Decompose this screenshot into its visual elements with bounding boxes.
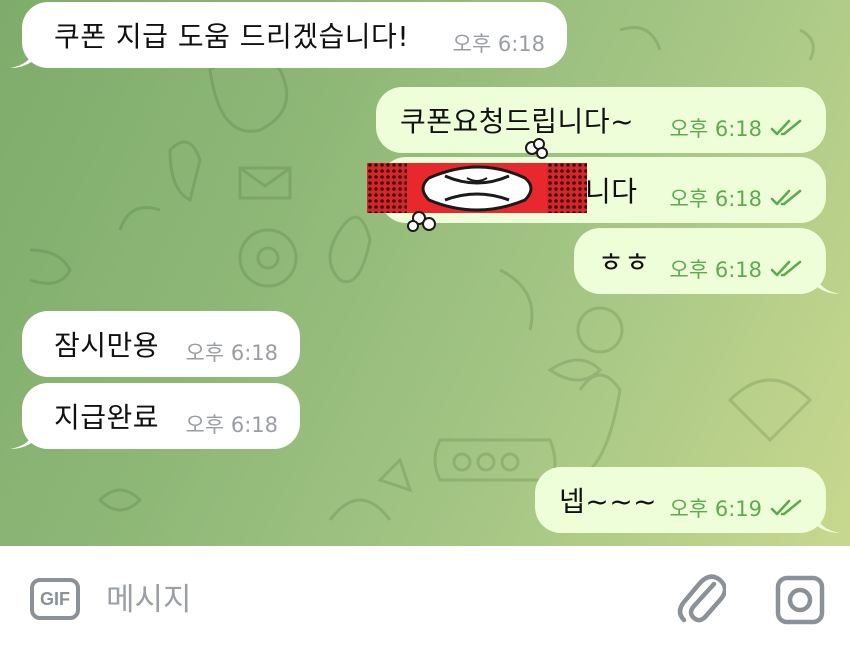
bubble-tail [816, 513, 840, 533]
bubble-tail [10, 429, 34, 449]
message-time: 오후 6:18 [185, 341, 278, 365]
message-input[interactable] [106, 576, 626, 624]
message-bubble-incoming[interactable]: 지급완료 오후 6:18 [22, 383, 300, 449]
message-text: 쿠폰 지급 도움 드리겠습니다! [54, 20, 410, 53]
double-check-icon [770, 119, 802, 136]
message-time: 오후 6:19 [670, 493, 804, 523]
message-bubble-outgoing[interactable]: ㅎㅎ 오후 6:18 [574, 228, 826, 294]
message-text: 넵~~~ [559, 485, 658, 518]
message-time: 오후 6:18 [670, 254, 804, 284]
message-text: ㅎㅎ [598, 246, 651, 279]
bubble-tail [10, 48, 34, 68]
double-check-icon [770, 260, 802, 277]
message-text: 지급완료 [54, 401, 160, 434]
message-bubble-incoming[interactable]: 잠시만용 오후 6:18 [22, 311, 300, 377]
message-time: 오후 6:18 [452, 32, 545, 56]
gif-icon: GIF [40, 588, 70, 609]
camera-icon[interactable] [775, 575, 825, 625]
message-text: 잠시만용 [54, 329, 160, 362]
bubble-tail [816, 274, 840, 294]
message-time: 오후 6:18 [185, 413, 278, 437]
message-time: 오후 6:18 [670, 113, 804, 143]
message-bubble-outgoing[interactable]: 넵~~~ 오후 6:19 [535, 467, 826, 533]
gif-button[interactable]: GIF [30, 578, 80, 620]
double-check-icon [770, 499, 802, 516]
angry-face-sticker [367, 138, 587, 232]
message-time: 오후 6:18 [670, 183, 804, 213]
message-text: 니다 [585, 175, 638, 208]
message-bubble-incoming[interactable]: 쿠폰 지급 도움 드리겠습니다! 오후 6:18 [22, 2, 567, 68]
message-text: 쿠폰요청드립니다~ [400, 105, 635, 138]
double-check-icon [770, 189, 802, 206]
chat-background: 쿠폰 지급 도움 드리겠습니다! 오후 6:18 쿠폰요청드립니다~ 오후 6:… [0, 0, 850, 546]
paperclip-icon[interactable] [676, 572, 726, 626]
